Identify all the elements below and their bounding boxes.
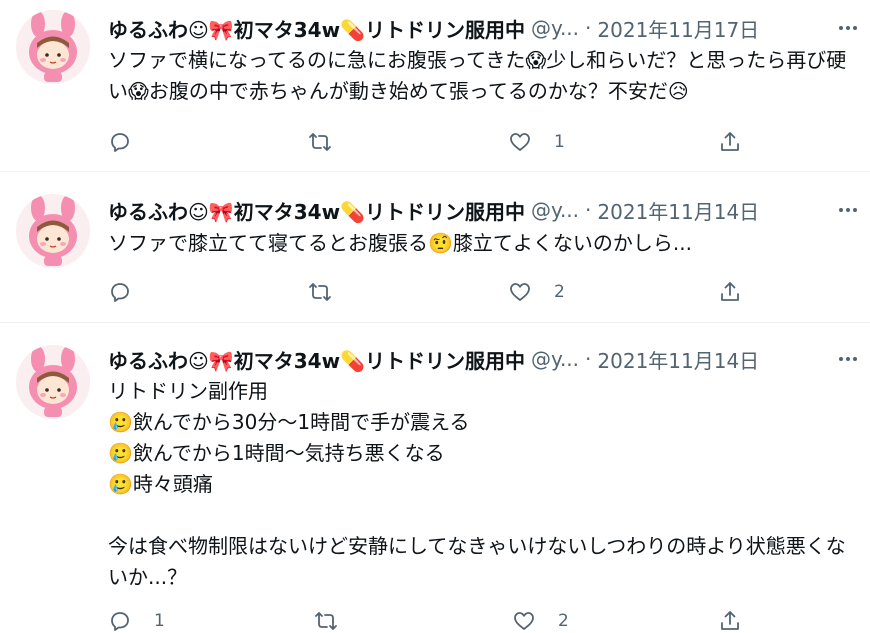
- handle[interactable]: @y...: [531, 16, 579, 40]
- handle[interactable]: @y...: [531, 198, 579, 222]
- timestamp[interactable]: 2021年11月14日: [597, 345, 759, 374]
- reply-icon: [111, 612, 129, 631]
- like-icon: [510, 283, 530, 301]
- retweet-button[interactable]: [308, 278, 354, 306]
- reply-icon: [111, 133, 129, 152]
- retweet-icon: [309, 283, 331, 301]
- avatar[interactable]: [16, 345, 90, 419]
- separator-dot: ·: [585, 198, 592, 222]
- tweet-actions: 2: [108, 278, 748, 306]
- display-name[interactable]: ゆるふわ☺🎀初マタ34w💊リトドリン服用中: [108, 196, 525, 225]
- tweet[interactable]: ゆるふわ☺🎀初マタ34w💊リトドリン服用中 @y... · 2021年11月17…: [0, 0, 870, 172]
- display-name[interactable]: ゆるふわ☺🎀初マタ34w💊リトドリン服用中: [108, 14, 525, 43]
- avatar-image: [16, 194, 90, 268]
- tweet-actions: 1: [108, 128, 748, 156]
- timeline: ゆるふわ☺🎀初マタ34w💊リトドリン服用中 @y... · 2021年11月17…: [0, 0, 870, 633]
- reply-button[interactable]: [108, 278, 154, 306]
- reply-button[interactable]: 1: [108, 607, 165, 633]
- like-icon: [510, 133, 530, 151]
- reply-button[interactable]: [108, 128, 154, 156]
- reply-icon: [111, 283, 129, 302]
- tweet-header: ゆるふわ☺🎀初マタ34w💊リトドリン服用中 @y... · 2021年11月17…: [108, 14, 870, 42]
- like-count: 2: [558, 611, 569, 631]
- share-button[interactable]: [718, 278, 742, 306]
- avatar[interactable]: [16, 194, 90, 268]
- tweet-actions: 1 2: [108, 607, 748, 633]
- more-icon[interactable]: [834, 196, 862, 224]
- share-button[interactable]: [718, 607, 742, 633]
- tweet-header: ゆるふわ☺🎀初マタ34w💊リトドリン服用中 @y... · 2021年11月14…: [108, 345, 870, 373]
- tweet[interactable]: ゆるふわ☺🎀初マタ34w💊リトドリン服用中 @y... · 2021年11月14…: [0, 172, 870, 323]
- separator-dot: ·: [585, 347, 592, 371]
- handle[interactable]: @y...: [531, 347, 579, 371]
- share-icon: [721, 132, 739, 151]
- tweet[interactable]: ゆるふわ☺🎀初マタ34w💊リトドリン服用中 @y... · 2021年11月14…: [0, 323, 870, 633]
- like-icon: [514, 612, 534, 630]
- timestamp[interactable]: 2021年11月17日: [597, 14, 759, 43]
- retweet-icon: [315, 612, 337, 630]
- more-icon[interactable]: [834, 345, 862, 373]
- tweet-text: ソファで横になってるのに急にお腹張ってきた😱少し和らいだ？と思ったら再び硬い😱お…: [108, 48, 847, 103]
- share-button[interactable]: [718, 128, 742, 156]
- like-count: 2: [554, 282, 565, 302]
- like-button[interactable]: 2: [512, 607, 569, 633]
- avatar-image: [16, 10, 90, 84]
- tweet-text: ソファで膝立てて寝てるとお腹張る🤨膝立てよくないのかしら...: [108, 231, 692, 255]
- timestamp[interactable]: 2021年11月14日: [597, 196, 759, 225]
- like-button[interactable]: 1: [508, 128, 565, 156]
- retweet-button[interactable]: [308, 128, 354, 156]
- avatar[interactable]: [16, 10, 90, 84]
- share-icon: [721, 611, 739, 630]
- share-icon: [721, 282, 739, 301]
- more-icon[interactable]: [834, 14, 862, 42]
- retweet-icon: [309, 133, 331, 151]
- separator-dot: ·: [585, 16, 592, 40]
- retweet-button[interactable]: [314, 607, 360, 633]
- like-button[interactable]: 2: [508, 278, 565, 306]
- like-count: 1: [554, 132, 565, 152]
- display-name[interactable]: ゆるふわ☺🎀初マタ34w💊リトドリン服用中: [108, 345, 525, 374]
- tweet-text: リトドリン副作用 🥲飲んでから30分～1時間で手が震える 🥲飲んでから1時間～気…: [108, 379, 846, 589]
- reply-count: 1: [154, 611, 165, 631]
- avatar-image: [16, 345, 90, 419]
- tweet-header: ゆるふわ☺🎀初マタ34w💊リトドリン服用中 @y... · 2021年11月14…: [108, 196, 870, 224]
